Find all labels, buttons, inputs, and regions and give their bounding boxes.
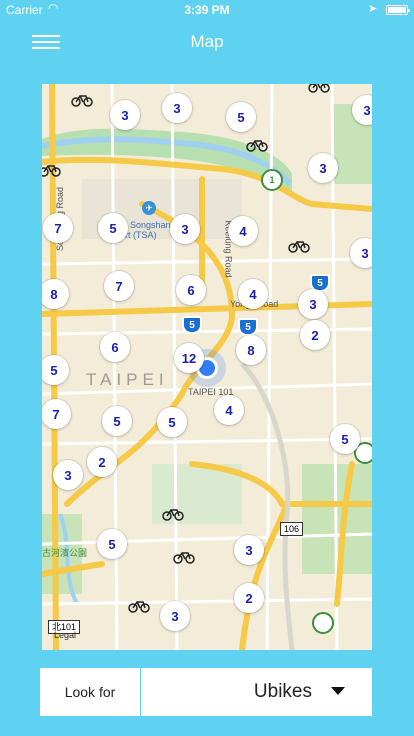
station-cluster[interactable]: 3 xyxy=(170,214,200,244)
transport-type-select[interactable]: Ubikes xyxy=(141,668,372,716)
chevron-down-icon xyxy=(331,687,345,695)
route-shield xyxy=(312,612,334,634)
station-cluster[interactable]: 3 xyxy=(162,93,192,123)
station-cluster[interactable]: 3 xyxy=(53,460,83,490)
airport-icon: ✈ xyxy=(142,201,156,215)
station-cluster[interactable]: 2 xyxy=(300,320,330,350)
battery-icon xyxy=(386,5,410,15)
station-cluster[interactable]: 7 xyxy=(43,213,73,243)
clock: 3:39 PM xyxy=(184,3,230,17)
station-cluster[interactable]: 2 xyxy=(234,583,264,613)
highway-shield-5: 5 xyxy=(238,318,258,336)
nav-bar: Map xyxy=(0,20,414,64)
highway-106-badge: 106 xyxy=(280,522,304,536)
station-cluster[interactable]: 5 xyxy=(157,407,187,437)
location-arrow-icon: ➤ xyxy=(368,3,378,15)
highway-shield-5: 5 xyxy=(182,316,202,334)
station-cluster[interactable]: 5 xyxy=(330,424,360,454)
bike-icon xyxy=(246,140,268,152)
station-cluster[interactable]: 7 xyxy=(104,271,134,301)
station-cluster[interactable]: 5 xyxy=(102,406,132,436)
filter-bar: Look for Ubikes xyxy=(40,668,372,716)
bike-icon xyxy=(128,601,150,613)
station-cluster[interactable]: 3 xyxy=(350,238,372,268)
bike-icon xyxy=(288,241,310,253)
station-cluster[interactable]: 6 xyxy=(100,332,130,362)
bike-icon xyxy=(42,165,61,177)
bike-icon xyxy=(71,95,93,107)
station-cluster[interactable]: 3 xyxy=(298,289,328,319)
look-for-label: Look for xyxy=(40,668,140,716)
station-cluster[interactable]: 3 xyxy=(308,153,338,183)
selected-option: Ubikes xyxy=(253,681,312,702)
station-cluster[interactable]: 12 xyxy=(174,343,204,373)
bike-icon xyxy=(173,552,195,564)
station-cluster[interactable]: 5 xyxy=(98,213,128,243)
city-label: TAIPEI xyxy=(86,370,169,389)
legal-link[interactable]: Legal xyxy=(54,630,76,640)
station-cluster[interactable]: 3 xyxy=(234,535,264,565)
station-cluster[interactable]: 7 xyxy=(42,399,71,429)
status-bar: Carrier ◠ 3:39 PM ➤ xyxy=(0,0,414,20)
station-cluster[interactable]: 3 xyxy=(110,100,140,130)
station-cluster[interactable]: 5 xyxy=(226,102,256,132)
station-cluster[interactable]: 4 xyxy=(238,279,268,309)
bike-icon xyxy=(162,509,184,521)
station-cluster[interactable]: 4 xyxy=(228,216,258,246)
station-cluster[interactable]: 8 xyxy=(236,335,266,365)
page-title: Map xyxy=(190,32,224,51)
route-shield-1: 1 xyxy=(261,169,283,191)
map-view[interactable]: Taipei Songshan Airport (TSA) ✈ TAIPEI T… xyxy=(42,84,372,650)
station-cluster[interactable]: 6 xyxy=(176,275,206,305)
station-cluster[interactable]: 3 xyxy=(160,601,190,631)
park-label: 古河濱公園 xyxy=(42,548,88,558)
station-cluster[interactable]: 5 xyxy=(97,529,127,559)
station-cluster[interactable]: 4 xyxy=(214,395,244,425)
bike-icon xyxy=(308,84,330,93)
station-cluster[interactable]: 2 xyxy=(87,447,117,477)
